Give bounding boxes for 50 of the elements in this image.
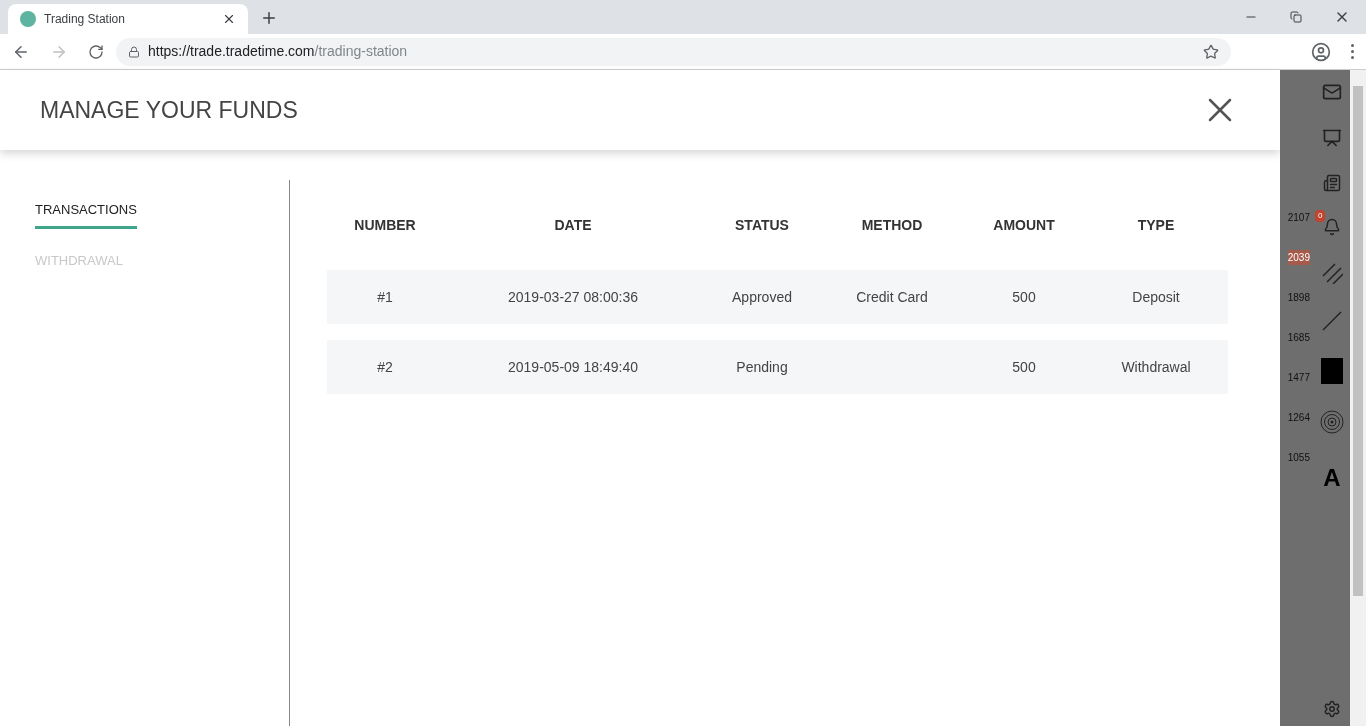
lock-icon [128,45,140,58]
diagonal-line-icon[interactable] [1321,310,1343,332]
concentric-circles-icon[interactable] [1320,410,1344,434]
settings-icon[interactable] [1323,700,1341,718]
table-cell-text: Deposit [1132,287,1180,307]
table-cell-text: 500 [1012,287,1036,307]
column-header: AMOUNT [993,215,1055,235]
table-cell-text: 2019-03-27 08:00:36 [508,287,638,307]
price-level: 1898 [1287,291,1310,305]
table-cell-text: Withdrawal [1121,357,1191,377]
notification-badge: 0 [1315,210,1326,222]
price-level: 1055 [1287,451,1310,465]
tab-title: Trading Station [44,11,126,28]
bookmark-star-icon[interactable] [1203,43,1219,60]
price-level: 1477 [1287,371,1310,385]
table-cell-text: 500 [1012,357,1036,377]
table-cell-text: Pending [736,357,788,377]
price-level: 1264 [1287,411,1310,425]
price-level: 1685 [1287,331,1310,345]
mail-icon[interactable] [1322,82,1342,102]
new-tab-icon[interactable] [260,9,278,27]
profile-icon[interactable] [1311,41,1331,62]
more-menu-icon[interactable] [1351,44,1354,59]
chart-board-icon[interactable] [1322,128,1342,148]
close-tab-icon[interactable] [222,12,236,26]
bell-icon[interactable] [1323,218,1341,236]
table-cell-text: Credit Card [856,287,928,307]
column-header: NUMBER [354,215,416,235]
address-bar[interactable]: https://trade.tradetime.com/trading-station [116,37,1231,66]
news-icon[interactable] [1323,174,1341,192]
parallel-lines-icon[interactable] [1321,262,1343,284]
table-cell-text: 2019-05-09 18:49:40 [508,357,638,377]
price-level: 2107 [1287,211,1310,225]
reload-icon[interactable] [88,43,104,60]
column-header: STATUS [735,215,789,235]
table-cell-text: Approved [732,287,792,307]
price-level: 2039 [1287,250,1310,265]
url-text: https://trade.tradetime.com/trading-station [148,42,409,61]
restore-icon[interactable] [1290,11,1302,23]
column-header: METHOD [861,215,923,235]
column-header: TYPE [1137,215,1175,235]
nav-tab[interactable]: TRANSACTIONS [35,200,137,229]
text-tool[interactable]: A [1323,460,1341,496]
site-favicon [20,11,36,27]
table-cell-text: #1 [377,287,393,307]
column-header: DATE [554,215,592,235]
browser-tab[interactable]: Trading Station [8,4,248,34]
modal-title: MANAGE YOUR FUNDS [40,95,299,125]
table-cell-text: #2 [377,357,393,377]
scrollbar[interactable] [1350,70,1366,726]
